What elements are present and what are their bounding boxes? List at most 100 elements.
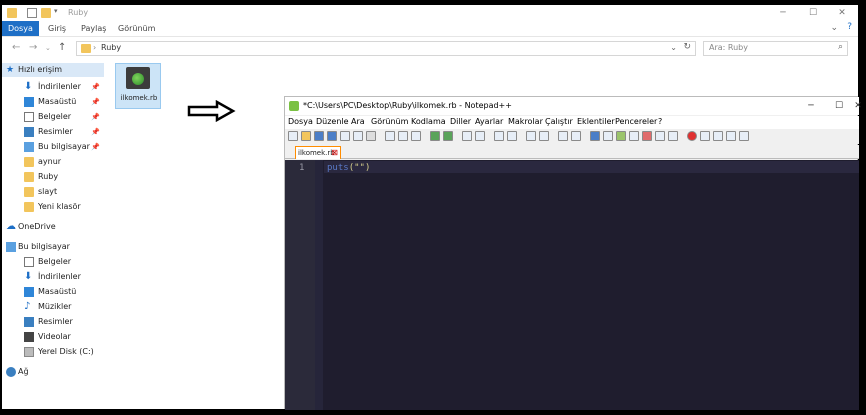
sidebar-item-onedrive[interactable]: ☁ OneDrive xyxy=(2,220,104,234)
menu-language[interactable]: Diller xyxy=(450,117,471,126)
close-file-icon[interactable] xyxy=(340,131,350,141)
close-button[interactable]: ✕ xyxy=(844,99,866,113)
expand-ribbon-icon[interactable]: ⌄ xyxy=(830,23,838,33)
replace-icon[interactable] xyxy=(475,131,485,141)
print-icon[interactable] xyxy=(366,131,376,141)
eye-icon[interactable] xyxy=(668,131,678,141)
undo-icon[interactable] xyxy=(430,131,440,141)
code-line[interactable]: puts("") xyxy=(327,163,370,173)
close-all-icon[interactable] xyxy=(353,131,363,141)
save-all-icon[interactable] xyxy=(327,131,337,141)
pin-icon[interactable]: 📌 xyxy=(91,125,100,139)
menu-window[interactable]: Pencereler xyxy=(615,117,657,126)
sync-horizontal-icon[interactable] xyxy=(539,131,549,141)
forward-arrow-icon[interactable]: → xyxy=(29,42,37,53)
pin-icon[interactable]: 📌 xyxy=(91,110,100,124)
tab-ilkomek[interactable]: ilkomek.rb ⊠ xyxy=(295,146,341,159)
zoom-in-icon[interactable] xyxy=(494,131,504,141)
save-macro-icon[interactable] xyxy=(739,131,749,141)
sync-vertical-icon[interactable] xyxy=(526,131,536,141)
open-file-icon[interactable] xyxy=(301,131,311,141)
tab-home[interactable]: Giriş xyxy=(42,21,72,36)
function-list-icon[interactable] xyxy=(629,131,639,141)
sidebar-item-pc-videos[interactable]: Videolar xyxy=(2,330,104,344)
menu-run[interactable]: Çalıştır xyxy=(545,117,573,126)
customize-toolbar-icon[interactable]: ▾ xyxy=(54,7,64,17)
tab-share[interactable]: Paylaş xyxy=(75,21,112,36)
close-button[interactable]: ✕ xyxy=(828,6,856,20)
copy-icon[interactable] xyxy=(398,131,408,141)
stop-macro-icon[interactable] xyxy=(700,131,710,141)
zoom-out-icon[interactable] xyxy=(507,131,517,141)
sidebar-item-pc-music[interactable]: ♪ Müzikler xyxy=(2,300,104,314)
run-macro-multiple-icon[interactable] xyxy=(726,131,736,141)
sidebar-item-pc-documents[interactable]: Belgeler xyxy=(2,255,104,269)
sidebar-item-documents[interactable]: Belgeler 📌 xyxy=(2,110,104,124)
sidebar-item-this-pc-pinned[interactable]: Bu bilgisayar 📌 xyxy=(2,140,104,154)
explorer-title: Ruby xyxy=(68,8,89,17)
file-item-ilkomek[interactable]: ilkomek.rb xyxy=(115,63,161,109)
sidebar-item-aynur[interactable]: aynur xyxy=(2,155,104,169)
tab-file[interactable]: Dosya xyxy=(2,21,39,36)
new-file-icon[interactable] xyxy=(288,131,298,141)
sidebar-item-this-pc[interactable]: Bu bilgisayar xyxy=(2,240,104,254)
word-wrap-icon[interactable] xyxy=(558,131,568,141)
search-input[interactable]: Ara: Ruby ⌕ xyxy=(703,41,848,56)
find-icon[interactable] xyxy=(462,131,472,141)
minimize-button[interactable]: ─ xyxy=(769,6,797,20)
pin-icon[interactable]: 📌 xyxy=(91,80,100,94)
code-editor[interactable]: 1 puts("") xyxy=(285,160,859,410)
address-bar[interactable]: › Ruby ⌄ ↻ xyxy=(76,41,696,56)
menu-edit[interactable]: Düzenle xyxy=(316,117,349,126)
folder-as-workspace-icon[interactable] xyxy=(642,131,652,141)
refresh-icon[interactable]: ↻ xyxy=(683,42,691,52)
menu-file[interactable]: Dosya xyxy=(288,117,313,126)
sidebar-item-network[interactable]: Ağ xyxy=(2,365,104,379)
pin-icon[interactable]: 📌 xyxy=(91,95,100,109)
sidebar-item-new-folder[interactable]: Yeni klasör xyxy=(2,200,104,214)
menu-encoding[interactable]: Kodlama xyxy=(411,117,446,126)
chevron-down-icon[interactable]: ⌄ xyxy=(670,43,677,52)
pin-icon[interactable]: 📌 xyxy=(91,140,100,154)
menu-view[interactable]: Görünüm xyxy=(371,117,408,126)
paste-icon[interactable] xyxy=(411,131,421,141)
sidebar-item-ruby[interactable]: Ruby xyxy=(2,170,104,184)
new-folder-icon[interactable] xyxy=(41,8,51,18)
menu-macro[interactable]: Makrolar xyxy=(508,117,543,126)
tab-view[interactable]: Görünüm xyxy=(112,21,161,36)
properties-icon[interactable] xyxy=(27,8,37,18)
download-icon: ⬇ xyxy=(24,271,33,282)
recent-locations-icon[interactable]: ⌄ xyxy=(45,44,51,52)
user-language-icon[interactable] xyxy=(603,131,613,141)
sidebar-item-pictures[interactable]: Resimler 📌 xyxy=(2,125,104,139)
sidebar-item-pc-pictures[interactable]: Resimler xyxy=(2,315,104,329)
menu-settings[interactable]: Ayarlar xyxy=(475,117,503,126)
sidebar-item-local-disk[interactable]: Yerel Disk (C:) xyxy=(2,345,104,359)
screen: ▾ Ruby ─ ☐ ✕ Dosya Giriş Paylaş Görünüm … xyxy=(0,0,866,415)
sidebar-item-pc-downloads[interactable]: ⬇ İndirilenler xyxy=(2,270,104,284)
sidebar-item-pc-desktop[interactable]: Masaüstü xyxy=(2,285,104,299)
maximize-button[interactable]: ☐ xyxy=(799,6,827,20)
sidebar-item-desktop[interactable]: Masaüstü 📌 xyxy=(2,95,104,109)
breadcrumb[interactable]: Ruby xyxy=(101,43,121,52)
minimize-button[interactable]: ─ xyxy=(797,99,825,113)
menu-search[interactable]: Ara xyxy=(351,117,365,126)
sidebar-item-quick-access[interactable]: ★ Hızlı erişim xyxy=(2,63,104,77)
save-icon[interactable] xyxy=(314,131,324,141)
document-map-icon[interactable] xyxy=(616,131,626,141)
monitoring-icon[interactable] xyxy=(655,131,665,141)
cut-icon[interactable] xyxy=(385,131,395,141)
record-macro-icon[interactable] xyxy=(687,131,697,141)
menu-help[interactable]: ? xyxy=(658,117,662,126)
show-all-characters-icon[interactable] xyxy=(571,131,581,141)
play-macro-icon[interactable] xyxy=(713,131,723,141)
up-arrow-icon[interactable]: ↑ xyxy=(58,42,66,53)
menu-plugins[interactable]: Eklentiler xyxy=(577,117,615,126)
sidebar-item-downloads[interactable]: ⬇ İndirilenler 📌 xyxy=(2,80,104,94)
indent-guide-icon[interactable] xyxy=(590,131,600,141)
help-icon[interactable]: ? xyxy=(847,22,852,32)
redo-icon[interactable] xyxy=(443,131,453,141)
back-arrow-icon[interactable]: ← xyxy=(12,42,20,53)
sidebar-item-slayt[interactable]: slayt xyxy=(2,185,104,199)
close-tab-icon[interactable]: ⊠ xyxy=(331,147,338,159)
